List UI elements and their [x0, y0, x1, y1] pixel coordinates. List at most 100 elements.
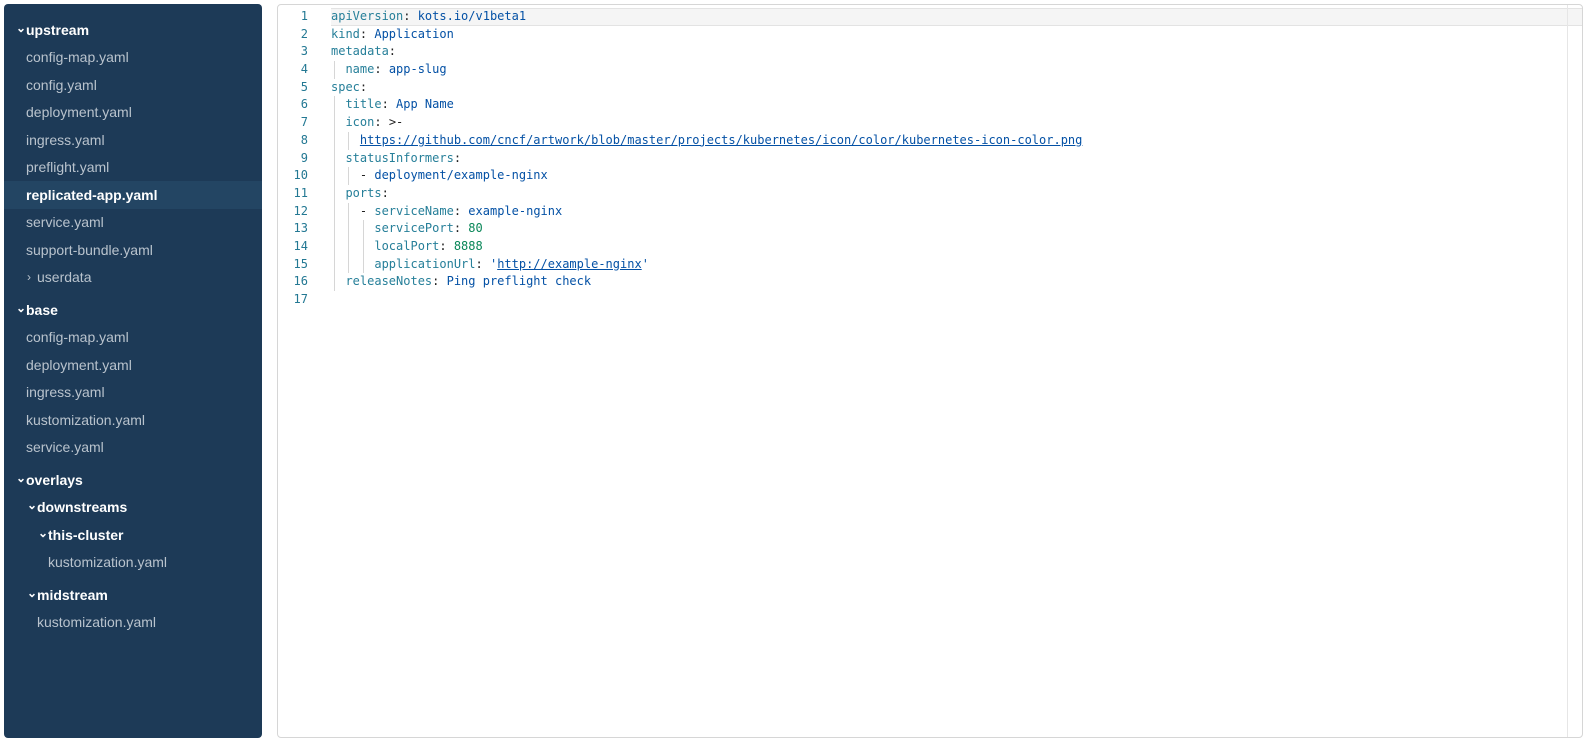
code-line[interactable]: 9 statusInformers:	[278, 150, 1582, 168]
tree-item-kustomization-yaml[interactable]: kustomization.yaml	[4, 406, 262, 434]
tree-item-deployment-yaml[interactable]: deployment.yaml	[4, 351, 262, 379]
tree-item-upstream[interactable]: ⌄upstream	[4, 16, 262, 44]
code-line[interactable]: 7 icon: >-	[278, 114, 1582, 132]
tree-item-config-map-yaml[interactable]: config-map.yaml	[4, 324, 262, 352]
chevron-down-icon[interactable]: ⌄	[16, 22, 26, 34]
chevron-down-icon[interactable]: ⌄	[27, 499, 37, 511]
yaml-editor-panel[interactable]: 1apiVersion: kots.io/v1beta12kind: Appli…	[277, 4, 1583, 738]
chevron-down-icon[interactable]: ⌄	[27, 587, 37, 599]
folder-label: this-cluster	[48, 527, 123, 543]
file-label: preflight.yaml	[26, 159, 109, 175]
tree-item-userdata[interactable]: ›userdata	[4, 264, 262, 292]
chevron-down-icon[interactable]: ⌄	[16, 472, 26, 484]
token-pun: :	[374, 115, 388, 129]
file-label: kustomization.yaml	[48, 554, 167, 570]
tree-item-config-yaml[interactable]: config.yaml	[4, 71, 262, 99]
token-str: example-nginx	[468, 204, 562, 218]
file-label: ingress.yaml	[26, 132, 105, 148]
folder-label: upstream	[26, 22, 89, 38]
folder-label: midstream	[37, 587, 108, 603]
code-text: ports:	[331, 185, 1582, 203]
code-line[interactable]: 5spec:	[278, 79, 1582, 97]
file-label: config.yaml	[26, 77, 97, 93]
line-number: 11	[278, 185, 308, 203]
code-text: servicePort: 80	[331, 220, 1582, 238]
token-pun: >-	[389, 115, 403, 129]
code-line[interactable]: 2kind: Application	[278, 26, 1582, 44]
code-line[interactable]: 14 localPort: 8888	[278, 238, 1582, 256]
tree-item-config-map-yaml[interactable]: config-map.yaml	[4, 44, 262, 72]
tree-item-ingress-yaml[interactable]: ingress.yaml	[4, 126, 262, 154]
line-number: 3	[278, 43, 308, 61]
chevron-down-icon[interactable]: ⌄	[38, 527, 48, 539]
tree-item-base[interactable]: ⌄base	[4, 296, 262, 324]
token-pun: :	[382, 186, 389, 200]
file-label: kustomization.yaml	[37, 614, 156, 630]
tree-item-service-yaml[interactable]: service.yaml	[4, 434, 262, 462]
code-line[interactable]: 16 releaseNotes: Ping preflight check	[278, 273, 1582, 291]
line-number: 7	[278, 114, 308, 132]
code-line[interactable]: 3metadata:	[278, 43, 1582, 61]
token-pun: :	[454, 221, 468, 235]
tree-item-preflight-yaml[interactable]: preflight.yaml	[4, 154, 262, 182]
token-key: statusInformers	[331, 151, 454, 165]
token-key: name	[331, 62, 374, 76]
token-pun: :	[360, 80, 367, 94]
code-line[interactable]: 1 apiVersion: kots.io/v1beta1	[278, 8, 1582, 26]
token-pun: :	[476, 257, 490, 271]
code-text: releaseNotes: Ping preflight check	[331, 273, 1582, 291]
token-str: App Name	[396, 97, 454, 111]
code-text: statusInformers:	[331, 150, 1582, 168]
code-line[interactable]: 11 ports:	[278, 185, 1582, 203]
token-key: servicePort	[331, 221, 454, 235]
code-text: icon: >-	[331, 114, 1582, 132]
token-pun: :	[382, 97, 396, 111]
tree-item-overlays[interactable]: ⌄overlays	[4, 466, 262, 494]
code-line[interactable]: 12 - serviceName: example-nginx	[278, 203, 1582, 221]
tree-item-deployment-yaml[interactable]: deployment.yaml	[4, 99, 262, 127]
code-line[interactable]: 13 servicePort: 80	[278, 220, 1582, 238]
tree-item-service-yaml[interactable]: service.yaml	[4, 209, 262, 237]
chevron-right-icon[interactable]: ›	[27, 271, 37, 283]
line-number: 1	[278, 8, 308, 26]
file-label: ingress.yaml	[26, 384, 105, 400]
file-label: deployment.yaml	[26, 104, 132, 120]
token-str: kots.io/v1beta1	[418, 9, 526, 23]
token-pun: :	[454, 151, 461, 165]
token-key: serviceName	[374, 204, 453, 218]
token-num: 8888	[454, 239, 483, 253]
file-label: deployment.yaml	[26, 357, 132, 373]
url-link[interactable]: http://example-nginx	[497, 257, 642, 271]
code-line[interactable]: 17	[278, 291, 1582, 309]
tree-item-support-bundle-yaml[interactable]: support-bundle.yaml	[4, 236, 262, 264]
tree-item-this-cluster[interactable]: ⌄this-cluster	[4, 521, 262, 549]
code-text: apiVersion: kots.io/v1beta1	[331, 8, 1582, 26]
code-line[interactable]: 6 title: App Name	[278, 96, 1582, 114]
tree-item-kustomization-yaml[interactable]: kustomization.yaml	[4, 609, 262, 637]
code-line[interactable]: 10 - deployment/example-nginx	[278, 167, 1582, 185]
tree-item-kustomization-yaml[interactable]: kustomization.yaml	[4, 549, 262, 577]
tree-item-downstreams[interactable]: ⌄downstreams	[4, 494, 262, 522]
code-line[interactable]: 4 name: app-slug	[278, 61, 1582, 79]
code-text	[331, 291, 1582, 309]
token-key: kind	[331, 27, 360, 41]
code-text: applicationUrl: 'http://example-nginx'	[331, 256, 1582, 274]
token-pun	[331, 133, 360, 147]
token-pun: :	[454, 204, 468, 218]
tree-item-replicated-app-yaml[interactable]: replicated-app.yaml	[4, 181, 262, 209]
code-lines-container: 1apiVersion: kots.io/v1beta12kind: Appli…	[278, 8, 1582, 309]
token-key: apiVersion	[331, 9, 403, 23]
code-line[interactable]: 8 https://github.com/cncf/artwork/blob/m…	[278, 132, 1582, 150]
tree-item-midstream[interactable]: ⌄midstream	[4, 581, 262, 609]
tree-item-ingress-yaml[interactable]: ingress.yaml	[4, 379, 262, 407]
code-line[interactable]: 15 applicationUrl: 'http://example-nginx…	[278, 256, 1582, 274]
code-text: - serviceName: example-nginx	[331, 203, 1582, 221]
token-pun: -	[331, 204, 374, 218]
code-text: localPort: 8888	[331, 238, 1582, 256]
code-text: name: app-slug	[331, 61, 1582, 79]
line-number: 17	[278, 291, 308, 309]
url-link[interactable]: https://github.com/cncf/artwork/blob/mas…	[360, 133, 1082, 147]
token-key: metadata	[331, 44, 389, 58]
token-pun: :	[439, 239, 453, 253]
chevron-down-icon[interactable]: ⌄	[16, 302, 26, 314]
